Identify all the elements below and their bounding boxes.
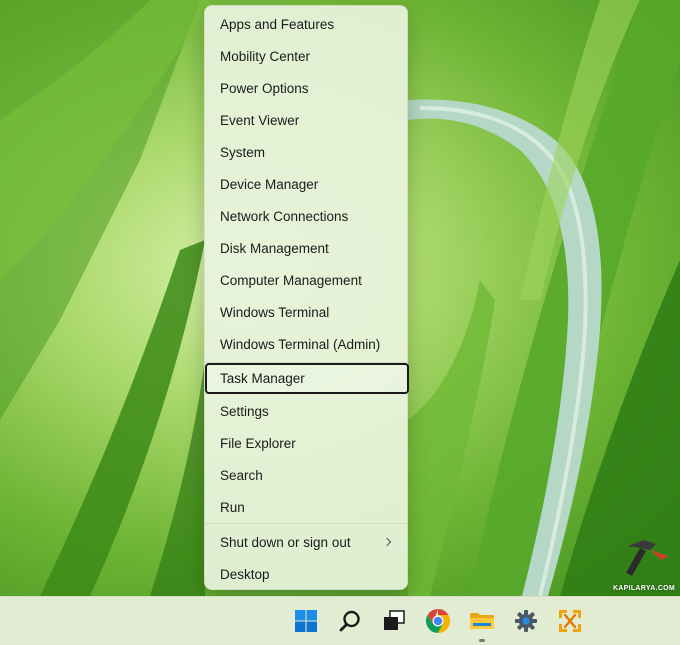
chrome-icon[interactable] bbox=[420, 603, 456, 639]
menu-item-settings[interactable]: Settings bbox=[206, 395, 406, 427]
menu-item-windows-terminal-admin[interactable]: Windows Terminal (Admin) bbox=[206, 328, 406, 360]
menu-item-apps-and-features[interactable]: Apps and Features bbox=[206, 8, 406, 40]
taskbar bbox=[0, 596, 680, 645]
menu-item-system[interactable]: System bbox=[206, 136, 406, 168]
menu-item-label: Device Manager bbox=[220, 176, 319, 192]
menu-item-task-manager[interactable]: Task Manager bbox=[205, 363, 409, 394]
menu-item-label: Mobility Center bbox=[220, 48, 311, 64]
menu-item-file-explorer[interactable]: File Explorer bbox=[206, 427, 406, 459]
menu-item-device-manager[interactable]: Device Manager bbox=[206, 168, 406, 200]
task-view-icon[interactable] bbox=[376, 603, 412, 639]
menu-item-label: Apps and Features bbox=[220, 16, 335, 32]
kapilarya-watermark: KAPILARYA.COM bbox=[610, 536, 680, 596]
menu-item-label: Windows Terminal bbox=[220, 304, 330, 320]
winx-context-menu: Apps and Features Mobility Center Power … bbox=[204, 5, 409, 590]
settings-gear-icon[interactable] bbox=[508, 603, 544, 639]
menu-item-mobility-center[interactable]: Mobility Center bbox=[206, 40, 406, 72]
menu-item-search[interactable]: Search bbox=[206, 459, 406, 491]
menu-item-event-viewer[interactable]: Event Viewer bbox=[206, 104, 406, 136]
search-icon[interactable] bbox=[332, 603, 368, 639]
menu-item-label: Network Connections bbox=[220, 208, 349, 224]
menu-item-label: Event Viewer bbox=[220, 112, 300, 128]
watermark-text: KAPILARYA.COM bbox=[612, 585, 676, 592]
active-app-indicator bbox=[479, 639, 485, 642]
snipping-tool-icon[interactable] bbox=[552, 603, 588, 639]
menu-item-windows-terminal[interactable]: Windows Terminal bbox=[206, 296, 406, 328]
menu-item-power-options[interactable]: Power Options bbox=[206, 72, 406, 104]
menu-item-label: File Explorer bbox=[220, 435, 296, 451]
menu-item-label: Desktop bbox=[220, 566, 270, 582]
hammer-logo-icon bbox=[626, 540, 668, 576]
menu-item-label: System bbox=[220, 144, 266, 160]
menu-item-label: Disk Management bbox=[220, 240, 329, 256]
menu-item-run[interactable]: Run bbox=[206, 491, 406, 523]
menu-item-label: Task Manager bbox=[220, 371, 305, 386]
menu-item-label: Shut down or sign out bbox=[220, 534, 351, 550]
menu-item-label: Settings bbox=[220, 403, 269, 419]
menu-item-label: Power Options bbox=[220, 80, 309, 96]
menu-item-network-connections[interactable]: Network Connections bbox=[206, 200, 406, 232]
windows-start-icon[interactable] bbox=[288, 603, 324, 639]
menu-item-shut-down-or-sign-out[interactable]: Shut down or sign out bbox=[206, 526, 406, 558]
chevron-right-icon bbox=[382, 537, 392, 547]
menu-item-label: Run bbox=[220, 499, 245, 515]
file-explorer-icon[interactable] bbox=[464, 603, 500, 639]
menu-item-label: Search bbox=[220, 467, 263, 483]
menu-item-label: Computer Management bbox=[220, 272, 362, 288]
menu-item-desktop[interactable]: Desktop bbox=[206, 558, 406, 590]
menu-divider bbox=[205, 523, 409, 524]
menu-item-disk-management[interactable]: Disk Management bbox=[206, 232, 406, 264]
menu-item-computer-management[interactable]: Computer Management bbox=[206, 264, 406, 296]
menu-item-label: Windows Terminal (Admin) bbox=[220, 336, 381, 352]
